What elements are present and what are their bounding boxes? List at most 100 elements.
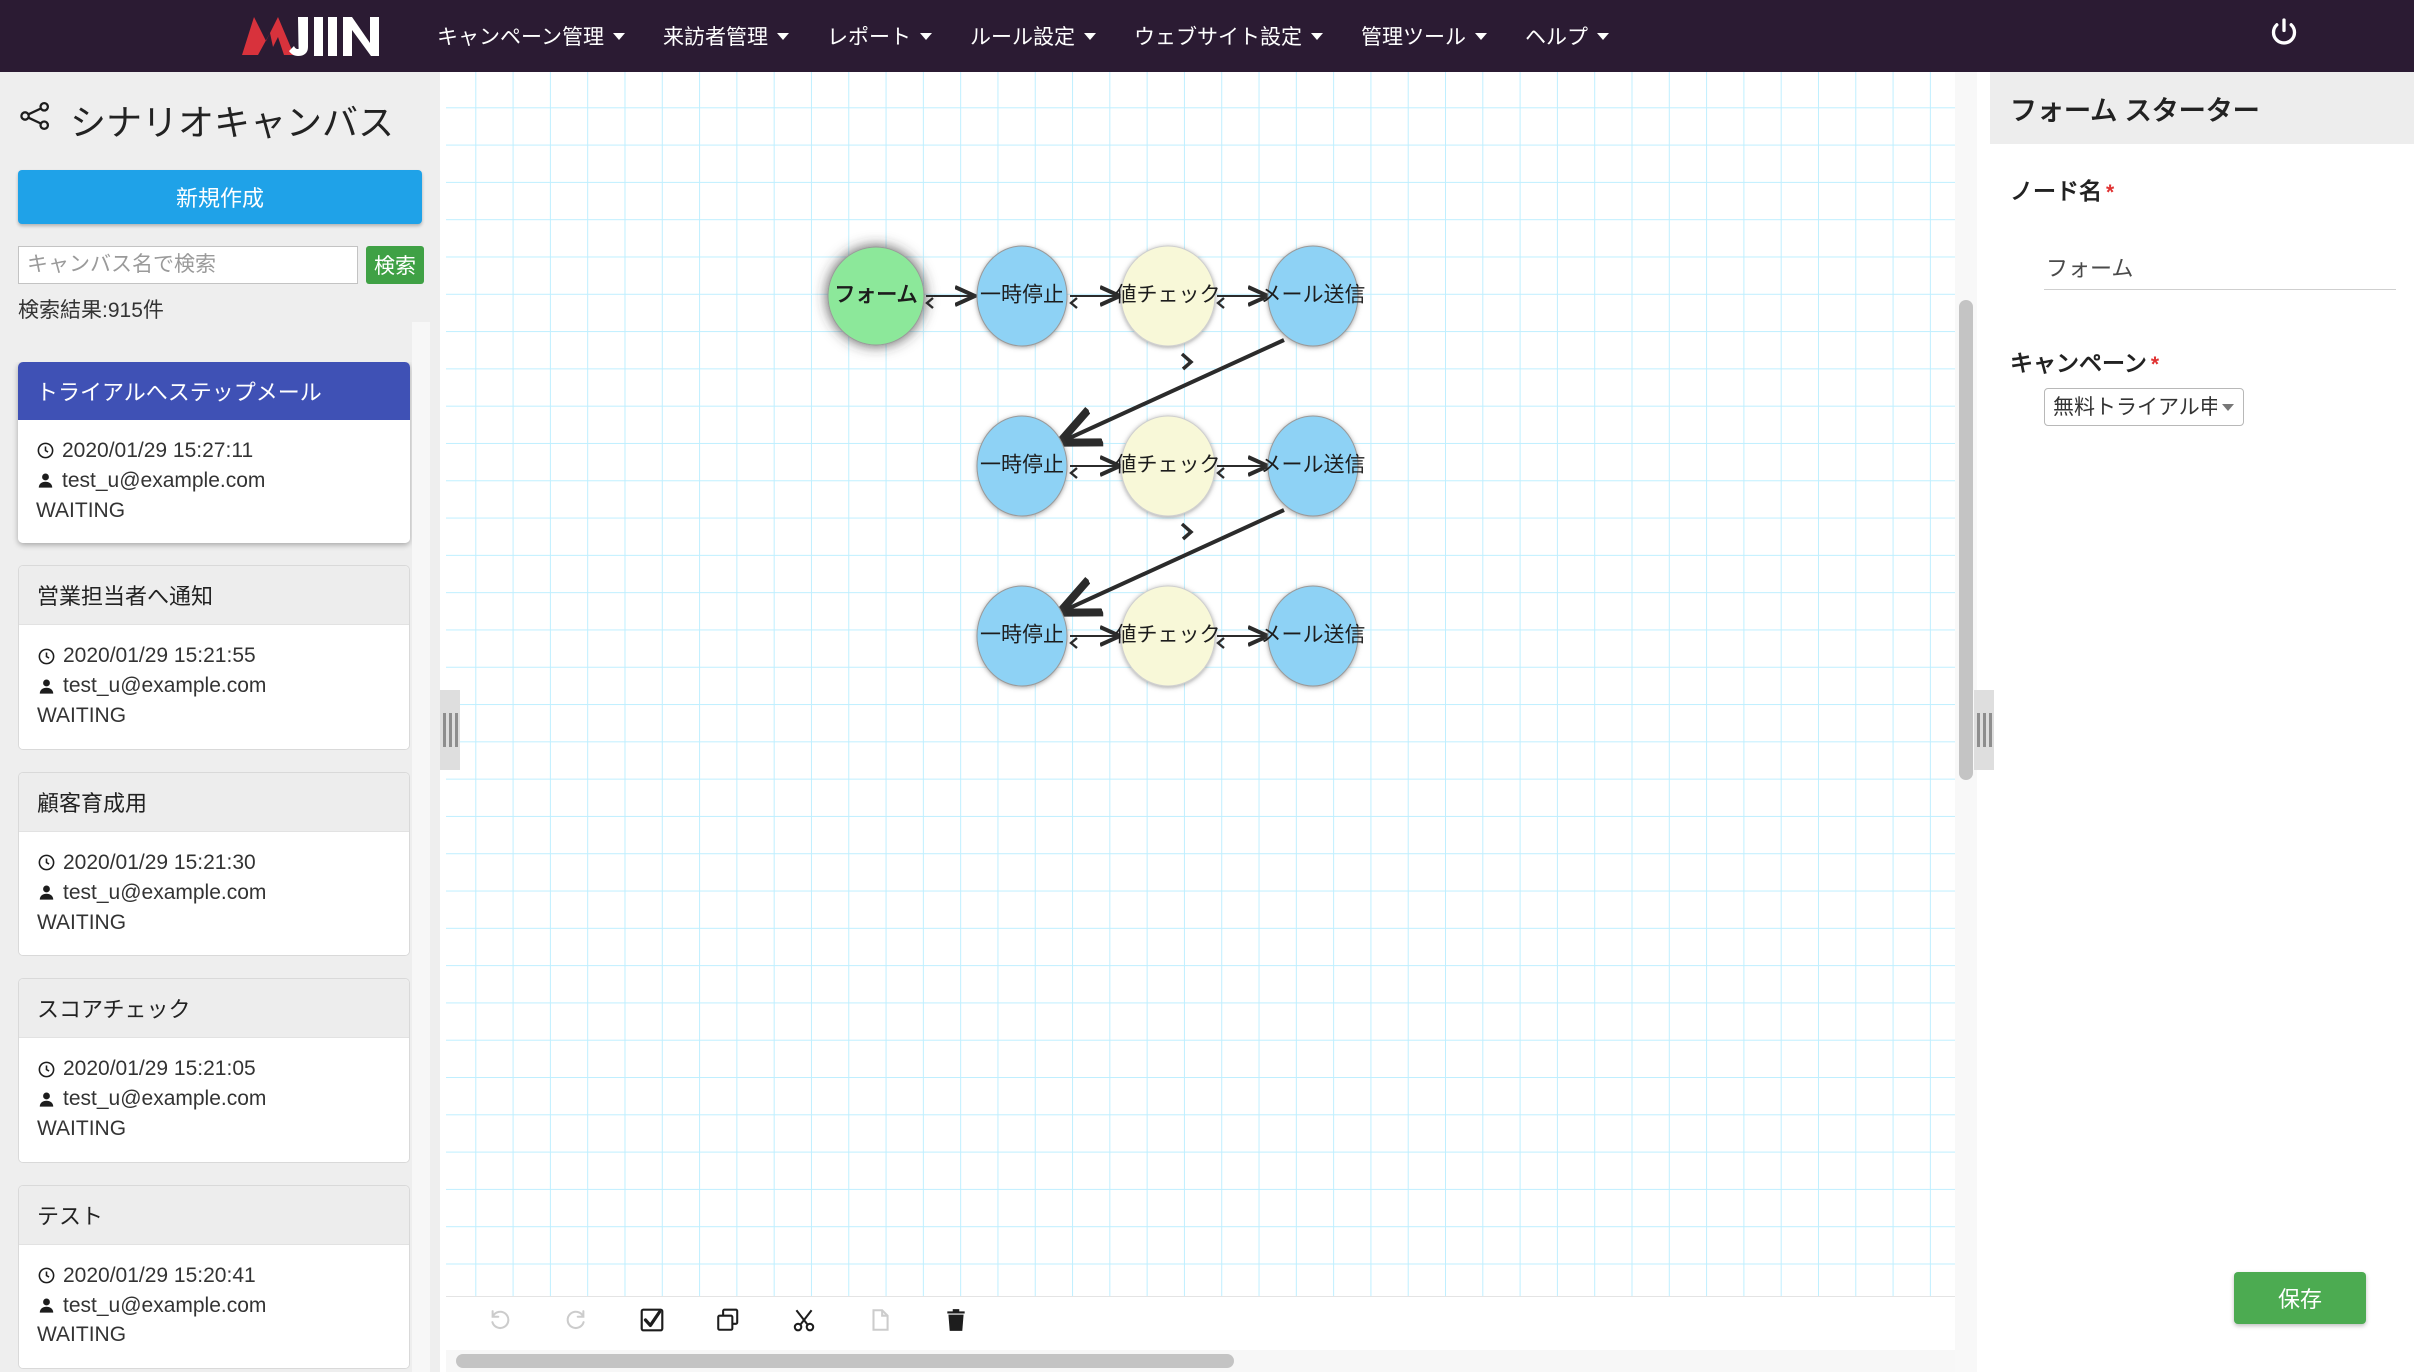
edge-n6-n7[interactable] [1216,466,1266,479]
nav-item-visitor-management[interactable]: 来訪者管理 [644,21,808,51]
canvas-vertical-scrollbar-thumb[interactable] [1959,300,1973,780]
canvas-card-list[interactable]: トライアルへステップメール 2020/01/29 15:27:11 test_u… [0,362,428,1372]
clock-icon [38,648,55,665]
flow-diagram[interactable]: フォーム 一時停止 値チェック メール送信 一時停止 値チェック メール送信 一… [446,72,1964,1297]
nav-item-report[interactable]: レポート [808,21,951,51]
canvas-date-row: 2020/01/29 15:21:05 [37,1054,391,1084]
scenario-canvas-sidebar: シナリオキャンバス 新規作成 検索 検索結果:915件 トライアルへステップメー… [0,72,440,1372]
canvas-toolbar [446,1296,1964,1342]
select-all-icon[interactable] [636,1304,668,1336]
flow-node-form[interactable]: フォーム [827,246,925,346]
flow-node-value-check-3[interactable]: 値チェック [1116,585,1221,687]
flow-node-value-check-2[interactable]: 値チェック [1116,415,1221,517]
user-icon [39,1092,54,1107]
node-name-label: ノード名 * [2010,172,2394,206]
flow-node-label: メール送信 [1261,454,1366,477]
nav-item-label: ヘルプ [1524,26,1588,49]
power-icon[interactable] [2266,16,2302,57]
required-marker: * [2106,181,2115,204]
canvas-date-row: 2020/01/29 15:21:55 [37,641,391,671]
flow-node-label: 一時停止 [980,624,1064,647]
canvas-user-row: test_u@example.com [37,1291,391,1321]
edge-n2-n3[interactable] [1069,296,1118,309]
majin-logo[interactable] [240,11,390,61]
campaign-select-wrap: 無料トライアル申し込み [2044,388,2244,426]
flow-node-pause-3[interactable]: 一時停止 [976,585,1068,687]
grip-line [1982,713,1986,747]
canvas-meta: 2020/01/29 15:27:11 test_u@example.com W… [18,420,410,544]
panel-body: ノード名* キャンペーン* 無料トライアル申し込み [1990,144,2414,426]
nav-item-help[interactable]: ヘルプ [1506,21,1628,51]
nav-item-campaign-management[interactable]: キャンペーン管理 [418,21,644,51]
grip-line [442,713,446,747]
canvas-status: WAITING [36,498,126,522]
edge-n3-n4[interactable] [1216,296,1266,309]
clock-icon [38,1267,55,1284]
canvas-status: WAITING [37,1116,127,1140]
flow-node-label: フォーム [834,284,917,307]
trash-icon[interactable] [940,1304,972,1336]
share-nodes-icon [18,99,52,142]
flow-node-pause-1[interactable]: 一時停止 [976,245,1068,347]
list-item[interactable]: 顧客育成用 2020/01/29 15:21:30 test_u@example… [18,771,410,957]
flow-node-label: メール送信 [1261,624,1366,647]
search-button[interactable]: 検索 [366,246,424,284]
left-panel-resize-handle[interactable] [440,690,460,770]
canvas-date-row: 2020/01/29 15:27:11 [36,436,392,466]
sidebar-scrollbar-track[interactable] [412,322,430,1372]
campaign-group: キャンペーン * 無料トライアル申し込み [2010,344,2394,426]
undo-icon[interactable] [484,1304,516,1336]
new-canvas-button[interactable]: 新規作成 [18,170,422,224]
canvas-user: test_u@example.com [63,880,267,904]
list-item[interactable]: トライアルへステップメール 2020/01/29 15:27:11 test_u… [18,362,410,544]
chevron-down-icon [919,32,932,40]
nav-item-rule-settings[interactable]: ルール設定 [951,21,1115,51]
canvas-horizontal-scrollbar-thumb[interactable] [456,1354,1234,1368]
paste-icon[interactable] [864,1304,896,1336]
list-item[interactable]: 営業担当者へ通知 2020/01/29 15:21:55 test_u@exam… [18,565,410,750]
edge-n9-n10[interactable] [1216,636,1266,649]
canvas-meta: 2020/01/29 15:21:55 test_u@example.com W… [19,625,409,749]
canvas-user: test_u@example.com [63,1293,267,1317]
canvas-name: テスト [19,1185,409,1245]
edge-n8-n9[interactable] [1069,636,1118,649]
flow-node-label: 値チェック [1116,284,1221,307]
campaign-label: キャンペーン * [2010,344,2394,378]
save-button[interactable]: 保存 [2234,1272,2366,1324]
flow-node-send-mail-1[interactable]: メール送信 [1261,245,1366,347]
search-row: 検索 [18,246,440,284]
node-name-input[interactable] [2044,250,2396,290]
flow-node-pause-2[interactable]: 一時停止 [976,415,1068,517]
campaign-select[interactable]: 無料トライアル申し込み [2044,388,2244,426]
edge-n5-n6[interactable] [1069,466,1118,479]
chevron-down-icon [1474,32,1487,40]
chevron-down-icon [1310,32,1323,40]
cut-icon[interactable] [788,1304,820,1336]
list-item[interactable]: スコアチェック 2020/01/29 15:21:05 test_u@examp… [18,978,410,1163]
nav-item-website-settings[interactable]: ウェブサイト設定 [1115,21,1342,51]
campaign-label-text: キャンペーン [2010,350,2147,376]
user-icon [39,679,54,694]
copy-icon[interactable] [712,1304,744,1336]
list-item[interactable]: テスト 2020/01/29 15:20:41 test_u@example.c… [18,1184,410,1370]
clock-icon [38,1061,55,1078]
user-icon [39,885,54,900]
flow-node-send-mail-3[interactable]: メール送信 [1261,585,1366,687]
canvas-date: 2020/01/29 15:27:11 [62,439,254,462]
sidebar-title-row: シナリオキャンバス [0,72,440,146]
canvas-meta: 2020/01/29 15:21:30 test_u@example.com W… [19,831,409,956]
flow-node-value-check-1[interactable]: 値チェック [1116,245,1221,347]
search-input[interactable] [18,246,358,284]
user-icon [39,1298,54,1313]
chevron-down-icon [1083,32,1096,40]
node-name-label-text: ノード名 [2010,178,2102,204]
canvas-user-row: test_u@example.com [36,466,392,496]
nav-menu: キャンペーン管理 来訪者管理 レポート ルール設定 ウェブサイト設定 管理ツール… [418,21,1628,51]
scenario-canvas-area[interactable]: フォーム 一時停止 値チェック メール送信 一時停止 値チェック メール送信 一… [446,72,1964,1372]
page-title: シナリオキャンバス [70,102,395,143]
right-panel-resize-handle[interactable] [1974,690,1994,770]
nav-item-admin-tools[interactable]: 管理ツール [1342,21,1506,51]
redo-icon[interactable] [560,1304,592,1336]
flow-node-send-mail-2[interactable]: メール送信 [1261,415,1366,517]
edge-n1-n2[interactable] [925,296,973,309]
